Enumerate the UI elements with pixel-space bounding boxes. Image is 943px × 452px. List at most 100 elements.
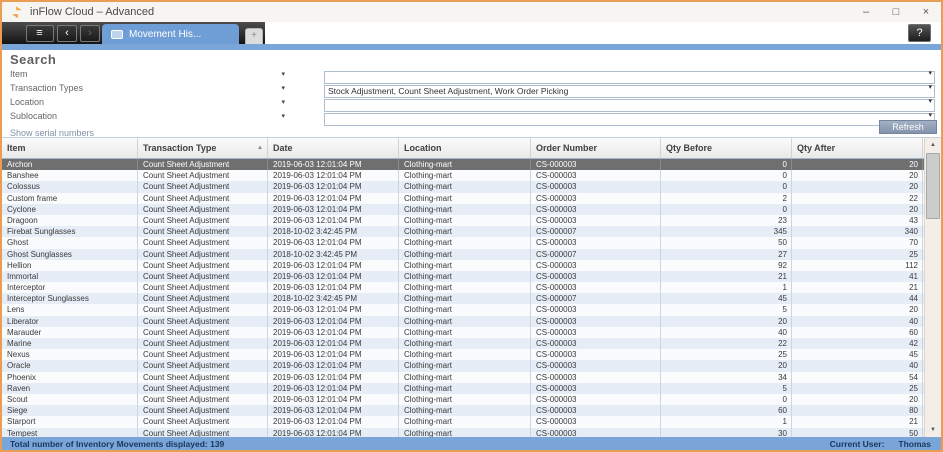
cell-qty-after: 54 bbox=[792, 371, 923, 383]
table-row[interactable]: Colossus Count Sheet Adjustment 2019-06-03… bbox=[2, 181, 941, 193]
table-row[interactable]: Lens Count Sheet Adjustment 2019-06-03 12:… bbox=[2, 304, 941, 316]
sublocation-filter-input[interactable] bbox=[324, 112, 935, 126]
minimize-icon[interactable]: – bbox=[851, 2, 881, 22]
cell-location: Clothing-mart bbox=[399, 304, 531, 316]
sublocation-filter-selector[interactable]: Sublocation ▾ bbox=[10, 111, 287, 121]
cell-qty-before: 5 bbox=[661, 304, 792, 316]
table-row[interactable]: Custom frame Count Sheet Adjustment 2019-0… bbox=[2, 192, 941, 204]
table-row[interactable]: Archon Count Sheet Adjustment 2019-06-03 1… bbox=[2, 159, 941, 171]
cell-location: Clothing-mart bbox=[399, 159, 531, 171]
maximize-icon[interactable]: □ bbox=[881, 2, 911, 22]
table-row[interactable]: Nexus Count Sheet Adjustment 2019-06-03 12… bbox=[2, 349, 941, 361]
column-header-order-number[interactable]: Order Number bbox=[531, 138, 661, 158]
cell-order-number: CS-000007 bbox=[531, 226, 661, 238]
table-row[interactable]: Scout Count Sheet Adjustment 2019-06-03 12… bbox=[2, 393, 941, 406]
table-row[interactable]: Liberator Count Sheet Adjustment 2019-06-0… bbox=[2, 315, 941, 327]
location-filter-selector[interactable]: Location ▾ bbox=[10, 97, 287, 107]
column-header-item[interactable]: Item bbox=[2, 138, 138, 158]
grid-header: Item Transaction Type ▲ Date Location Or… bbox=[2, 138, 941, 159]
cell-date: 2019-06-03 12:01:04 PM bbox=[268, 181, 399, 193]
item-filter-selector[interactable]: Item ▾ bbox=[10, 69, 287, 79]
dropdown-icon[interactable]: ▾ bbox=[281, 84, 287, 92]
combo-dropdown-icon[interactable]: ▾ bbox=[928, 83, 932, 91]
cell-date: 2019-06-03 12:01:04 PM bbox=[268, 427, 399, 437]
scroll-up-icon[interactable]: ▲ bbox=[925, 138, 941, 152]
refresh-button[interactable]: Refresh bbox=[879, 120, 937, 134]
cell-order-number: CS-000003 bbox=[531, 326, 661, 338]
cell-order-number: CS-000003 bbox=[531, 382, 661, 394]
cell-item: Lens bbox=[2, 304, 138, 316]
column-header-qty-after[interactable]: Qty After bbox=[792, 138, 923, 158]
help-button[interactable]: ? bbox=[908, 24, 931, 42]
location-filter-label: Location bbox=[10, 96, 45, 107]
cell-date: 2019-06-03 12:01:04 PM bbox=[268, 214, 399, 227]
cell-date: 2019-06-03 12:01:04 PM bbox=[268, 349, 399, 361]
cell-date: 2019-06-03 12:01:04 PM bbox=[268, 416, 399, 428]
cell-location: Clothing-mart bbox=[399, 237, 531, 249]
table-row[interactable]: Marine Count Sheet Adjustment 2019-06-03 1… bbox=[2, 338, 941, 350]
cell-transaction-type: Count Sheet Adjustment bbox=[138, 214, 268, 227]
close-icon[interactable]: × bbox=[911, 2, 941, 22]
search-row-location: Location ▾ ▾ bbox=[10, 95, 941, 112]
table-row[interactable]: Ghost Count Sheet Adjustment 2019-06-03 12… bbox=[2, 237, 941, 249]
table-row[interactable]: Firebat Sunglasses Count Sheet Adjustment… bbox=[2, 226, 941, 238]
table-row[interactable]: Interceptor Count Sheet Adjustment 2019-06… bbox=[2, 282, 941, 294]
forward-icon[interactable]: › bbox=[80, 24, 100, 42]
cell-qty-before: 2 bbox=[661, 192, 792, 204]
column-header-date[interactable]: Date bbox=[268, 138, 399, 158]
cell-item: Ghost Sunglasses bbox=[2, 248, 138, 260]
table-row[interactable]: Cyclone Count Sheet Adjustment 2019-06-03 … bbox=[2, 203, 941, 215]
cell-location: Clothing-mart bbox=[399, 203, 531, 215]
tab-movement-history[interactable]: Movement His... bbox=[102, 24, 239, 44]
dropdown-icon[interactable]: ▾ bbox=[281, 112, 287, 120]
table-row[interactable]: Interceptor Sunglasses Count Sheet Adjust… bbox=[2, 293, 941, 305]
column-header-transaction-type[interactable]: Transaction Type ▲ bbox=[138, 138, 268, 158]
cell-date: 2019-06-03 12:01:04 PM bbox=[268, 282, 399, 294]
cell-location: Clothing-mart bbox=[399, 360, 531, 372]
cell-location: Clothing-mart bbox=[399, 192, 531, 204]
column-header-label: Transaction Type bbox=[143, 143, 217, 153]
dropdown-icon[interactable]: ▾ bbox=[281, 70, 287, 78]
app-window: inFlow Cloud – Advanced – □ × ≡ ‹ › Move… bbox=[0, 0, 943, 452]
cell-transaction-type: Count Sheet Adjustment bbox=[138, 170, 268, 182]
search-panel: Search Item ▾ ▾ Transaction Types ▾ ▾ bbox=[2, 50, 941, 138]
new-tab-button[interactable]: + bbox=[245, 28, 263, 44]
vertical-scrollbar[interactable]: ▲ ▼ bbox=[924, 138, 941, 437]
combo-dropdown-icon[interactable]: ▾ bbox=[928, 97, 932, 105]
cell-order-number: CS-000003 bbox=[531, 170, 661, 182]
table-row[interactable]: Banshee Count Sheet Adjustment 2019-06-03 … bbox=[2, 170, 941, 182]
scrollbar-thumb[interactable] bbox=[926, 153, 940, 219]
table-row[interactable]: Oracle Count Sheet Adjustment 2019-06-03 1… bbox=[2, 360, 941, 372]
cell-qty-before: 1 bbox=[661, 282, 792, 294]
table-row[interactable]: Immortal Count Sheet Adjustment 2019-06-03… bbox=[2, 270, 941, 283]
column-header-location[interactable]: Location bbox=[399, 138, 531, 158]
cell-qty-before: 60 bbox=[661, 405, 792, 417]
dropdown-icon[interactable]: ▾ bbox=[281, 98, 287, 106]
cell-transaction-type: Count Sheet Adjustment bbox=[138, 371, 268, 383]
table-row[interactable]: Siege Count Sheet Adjustment 2019-06-03 12… bbox=[2, 405, 941, 417]
status-total-count: Total number of Inventory Movements disp… bbox=[10, 438, 225, 449]
cell-qty-after: 70 bbox=[792, 237, 923, 249]
scroll-down-icon[interactable]: ▼ bbox=[925, 423, 941, 437]
table-row[interactable]: Dragoon Count Sheet Adjustment 2019-06-03 … bbox=[2, 214, 941, 227]
cell-location: Clothing-mart bbox=[399, 326, 531, 338]
table-row[interactable]: Starport Count Sheet Adjustment 2019-06-03… bbox=[2, 416, 941, 428]
cell-item: Marine bbox=[2, 338, 138, 350]
cell-qty-before: 50 bbox=[661, 237, 792, 249]
combo-dropdown-icon[interactable]: ▾ bbox=[928, 111, 932, 119]
table-row[interactable]: Hellion Count Sheet Adjustment 2019-06-03 … bbox=[2, 259, 941, 271]
cell-date: 2019-06-03 12:01:04 PM bbox=[268, 159, 399, 171]
combo-dropdown-icon[interactable]: ▾ bbox=[928, 69, 932, 77]
table-row[interactable]: Phoenix Count Sheet Adjustment 2019-06-03 … bbox=[2, 371, 941, 383]
cell-transaction-type: Count Sheet Adjustment bbox=[138, 159, 268, 171]
table-row[interactable]: Tempest Count Sheet Adjustment 2019-06-03 … bbox=[2, 427, 941, 437]
transaction-types-filter-selector[interactable]: Transaction Types ▾ bbox=[10, 83, 287, 93]
hamburger-menu-icon[interactable]: ≡ bbox=[26, 24, 54, 42]
table-row[interactable]: Ghost Sunglasses Count Sheet Adjustment 20… bbox=[2, 248, 941, 260]
column-header-qty-before[interactable]: Qty Before bbox=[661, 138, 792, 158]
table-row[interactable]: Raven Count Sheet Adjustment 2019-06-03 12… bbox=[2, 382, 941, 394]
cell-transaction-type: Count Sheet Adjustment bbox=[138, 226, 268, 238]
table-row[interactable]: Marauder Count Sheet Adjustment 2019-06-03… bbox=[2, 326, 941, 338]
table-body: Archon Count Sheet Adjustment 2019-06-03 1… bbox=[2, 159, 941, 437]
back-icon[interactable]: ‹ bbox=[57, 24, 77, 42]
